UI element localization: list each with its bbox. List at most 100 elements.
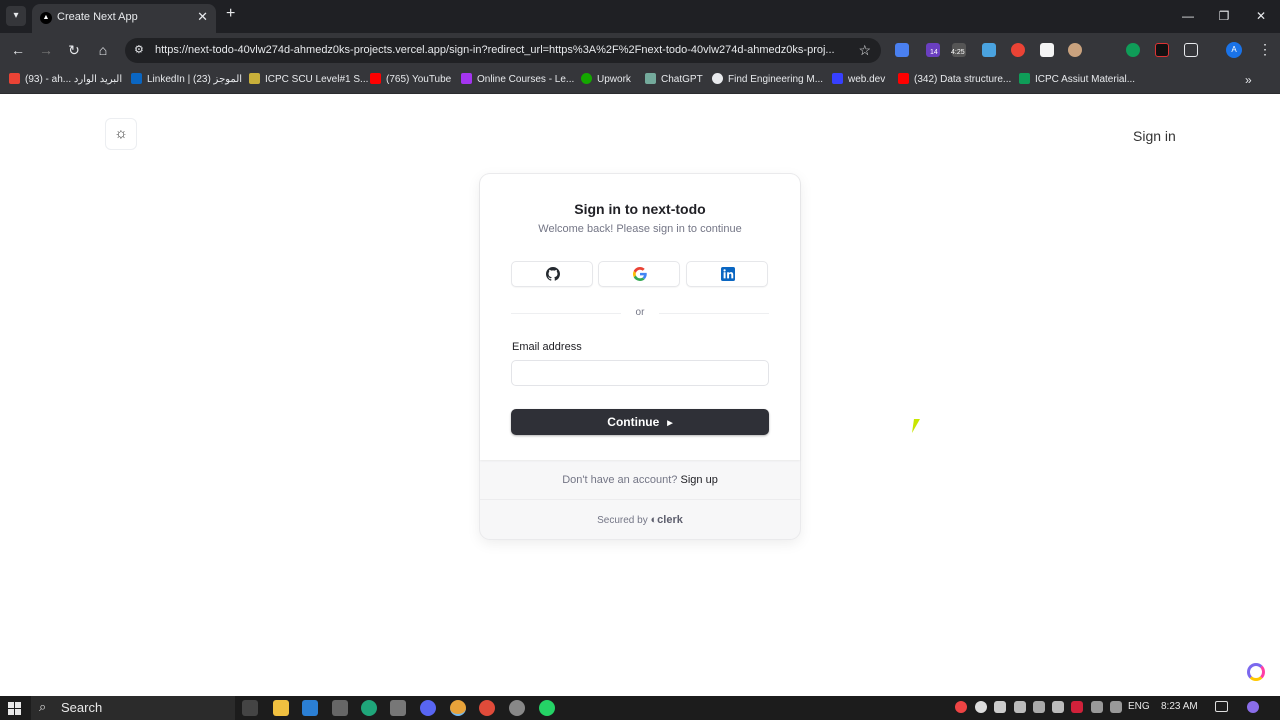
- timer-extension-icon[interactable]: 4:25: [951, 43, 966, 57]
- divider-right: [659, 313, 769, 314]
- translate-extension-icon[interactable]: [895, 43, 909, 57]
- theme-toggle-sun-icon[interactable]: ☼: [105, 118, 137, 150]
- bookmark-label: ICPC SCU Level#1 S...: [265, 74, 369, 85]
- tray-icon[interactable]: [1014, 701, 1026, 713]
- language-indicator[interactable]: ENG: [1128, 701, 1150, 712]
- github-signin-button[interactable]: [511, 261, 593, 287]
- extension-icon[interactable]: [1011, 43, 1025, 57]
- minimize-button[interactable]: —: [1178, 6, 1198, 26]
- windows-start-icon[interactable]: [8, 702, 21, 715]
- more-bookmarks-icon[interactable]: »: [1245, 73, 1252, 87]
- clerk-logo[interactable]: ◐clerk: [651, 514, 683, 526]
- bookmark-item[interactable]: ICPC SCU Level#1 S...: [249, 73, 368, 89]
- browser-tab-strip: ▾ ▲ Create Next App ✕ + — ❐ ✕: [0, 0, 1280, 33]
- continue-label: Continue: [607, 415, 660, 429]
- file-explorer-icon[interactable]: [273, 700, 289, 716]
- signup-link[interactable]: Sign up: [681, 474, 718, 486]
- email-input[interactable]: [511, 360, 769, 386]
- vscode-icon[interactable]: [302, 700, 318, 716]
- linkedin-icon: [721, 267, 735, 281]
- volume-icon[interactable]: [1052, 701, 1064, 713]
- upwork-icon: [581, 73, 592, 84]
- header-signin-link[interactable]: Sign in: [1133, 128, 1176, 144]
- bookmark-item[interactable]: (342) Data structure...: [898, 73, 1011, 89]
- network-icon[interactable]: [1033, 701, 1045, 713]
- signin-title: Sign in to next-todo: [574, 201, 706, 217]
- home-icon[interactable]: ⌂: [94, 41, 112, 59]
- taskbar-search[interactable]: ⌕ Search: [31, 696, 235, 720]
- new-tab-button[interactable]: +: [226, 5, 235, 23]
- signin-card-body: Sign in to next-todo Welcome back! Pleas…: [480, 174, 800, 460]
- site-settings-icon[interactable]: ⚙: [134, 43, 144, 56]
- taskbar: ⌕ Search ENG 8:23 AM: [0, 696, 1280, 720]
- copilot-icon[interactable]: [1247, 701, 1259, 713]
- clock[interactable]: 8:23 AM: [1161, 701, 1198, 712]
- tray-icon[interactable]: [994, 701, 1006, 713]
- search-icon: ⌕: [39, 699, 47, 714]
- extensions-puzzle-icon[interactable]: [1184, 43, 1198, 57]
- restore-button[interactable]: ❐: [1214, 6, 1234, 26]
- youtube-icon: [370, 73, 381, 84]
- browser-tab[interactable]: ▲ Create Next App ✕: [32, 4, 216, 33]
- bookmark-item[interactable]: (765) YouTube: [370, 73, 451, 89]
- mouse-cursor-icon: [912, 419, 920, 433]
- bookmark-item[interactable]: web.dev: [832, 73, 885, 89]
- bookmark-item[interactable]: (93) - ah... البريد الوارد: [9, 73, 122, 89]
- chrome-icon[interactable]: [450, 700, 466, 716]
- url-text[interactable]: https://next-todo-40vlw274d-ahmedz0ks-pr…: [155, 44, 845, 56]
- bookmark-item[interactable]: ICPC Assiut Material...: [1019, 73, 1135, 89]
- linkedin-signin-button[interactable]: [686, 261, 768, 287]
- bookmark-item[interactable]: LinkedIn | الموجز (23): [131, 73, 242, 89]
- timer-badge: 4:25: [951, 49, 965, 56]
- bookmark-label: (93) - ah... البريد الوارد: [25, 74, 123, 85]
- address-bar[interactable]: ⚙ https://next-todo-40vlw274d-ahmedz0ks-…: [125, 38, 881, 63]
- tab-close-icon[interactable]: ✕: [197, 9, 208, 25]
- webdev-icon: [832, 73, 843, 84]
- whatsapp-icon[interactable]: [539, 700, 555, 716]
- continue-button[interactable]: Continue ▶: [511, 409, 769, 435]
- bookmark-star-icon[interactable]: ☆: [858, 42, 871, 59]
- forward-icon[interactable]: →: [37, 41, 55, 59]
- bookmark-item[interactable]: Find Engineering M...: [712, 73, 823, 89]
- back-icon[interactable]: ←: [9, 41, 27, 59]
- extension-icon[interactable]: [1068, 43, 1082, 57]
- tray-icon[interactable]: [1110, 701, 1122, 713]
- tray-icon[interactable]: [975, 701, 987, 713]
- app-icon[interactable]: [509, 700, 525, 716]
- extension-icon[interactable]: 14: [926, 43, 940, 57]
- bookmark-item[interactable]: ChatGPT: [645, 73, 703, 89]
- app-icon[interactable]: [390, 700, 406, 716]
- profile-avatar[interactable]: A: [1226, 42, 1242, 58]
- extension-icon[interactable]: [1040, 43, 1054, 57]
- secured-by-text: Secured by: [597, 515, 648, 526]
- youtube-icon: [898, 73, 909, 84]
- tray-icon[interactable]: [1091, 701, 1103, 713]
- bookmarks-bar: (93) - ah... البريد الوارد LinkedIn | ال…: [0, 68, 1280, 94]
- bookmark-item[interactable]: Upwork: [581, 73, 631, 89]
- secured-by: Secured by ◐clerk: [480, 514, 800, 526]
- tray-icon[interactable]: [955, 701, 967, 713]
- notification-icon[interactable]: [1215, 701, 1228, 712]
- extension-icon[interactable]: [1126, 43, 1140, 57]
- extension-icon[interactable]: [982, 43, 996, 57]
- reload-icon[interactable]: ↻: [65, 41, 83, 59]
- task-view-icon[interactable]: [242, 700, 258, 716]
- signin-card: Sign in to next-todo Welcome back! Pleas…: [480, 174, 800, 539]
- app-icon[interactable]: [332, 700, 348, 716]
- tab-search-button[interactable]: ▾: [6, 6, 26, 26]
- tray-icon[interactable]: [1071, 701, 1083, 713]
- google-signin-button[interactable]: [598, 261, 680, 287]
- footer-divider: [480, 499, 800, 500]
- app-icon[interactable]: [479, 700, 495, 716]
- browser-menu-icon[interactable]: ⋮: [1258, 41, 1272, 58]
- icpc-icon: [249, 73, 260, 84]
- bookmark-item[interactable]: Online Courses - Le...: [461, 73, 574, 89]
- bookmark-label: ChatGPT: [661, 74, 703, 85]
- udemy-icon: [461, 73, 472, 84]
- extension-icon[interactable]: [1155, 43, 1169, 57]
- discord-icon[interactable]: [420, 700, 436, 716]
- clickup-floating-icon[interactable]: [1247, 663, 1265, 681]
- bookmark-label: Online Courses - Le...: [477, 74, 575, 85]
- close-window-button[interactable]: ✕: [1251, 6, 1271, 26]
- edge-icon[interactable]: [361, 700, 377, 716]
